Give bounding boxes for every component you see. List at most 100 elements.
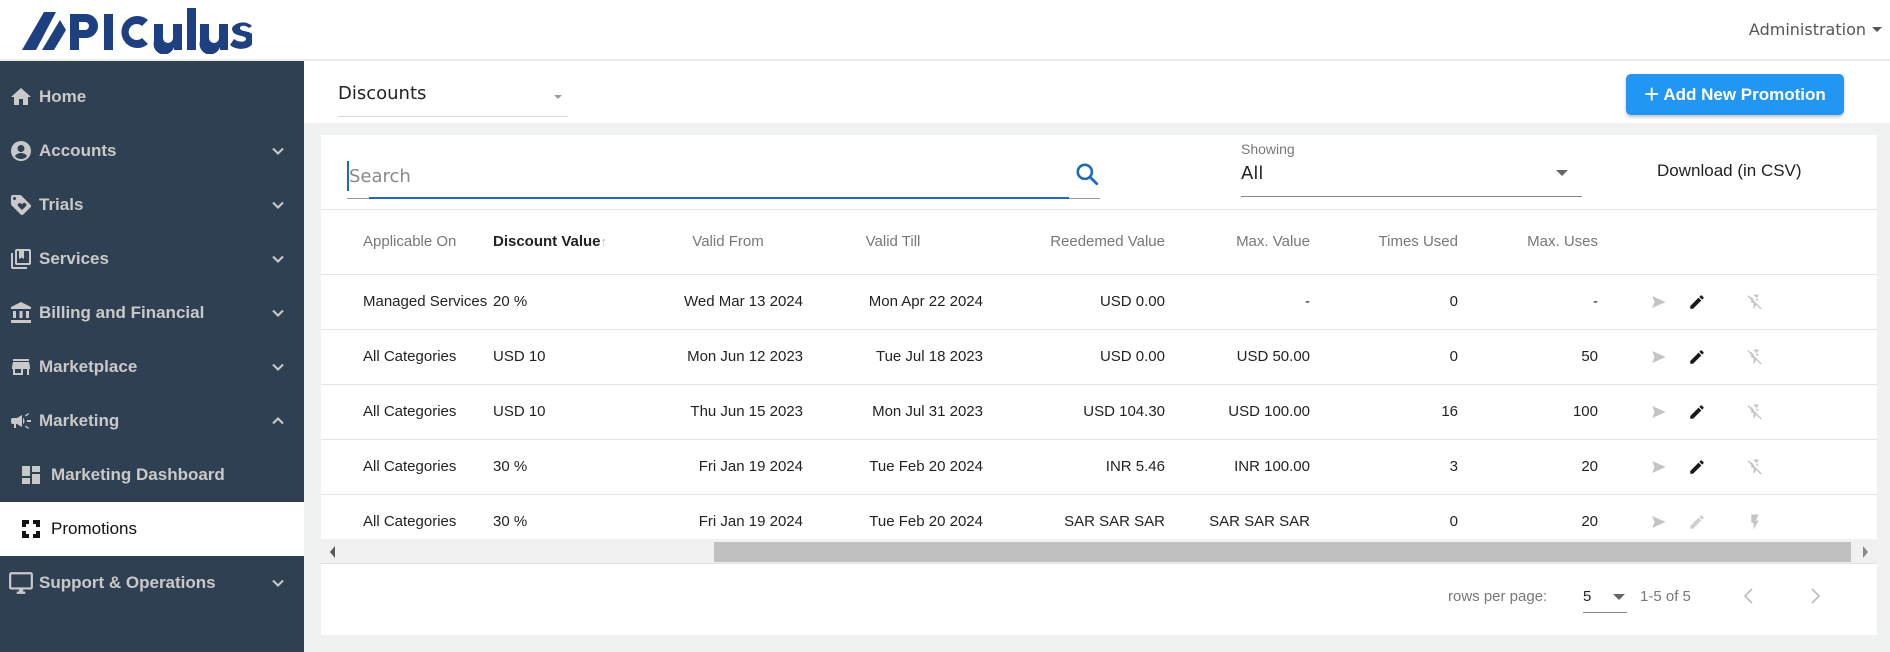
chevron-down-icon — [272, 255, 284, 263]
sidebar-item-support-and-operations[interactable]: Support & Operations — [0, 556, 304, 610]
sidebar-item-accounts[interactable]: Accounts — [0, 124, 304, 178]
pagination: rows per page: 5 1-5 of 5 — [321, 565, 1877, 631]
flash-icon[interactable] — [1746, 512, 1764, 530]
column-header-valid-till[interactable]: Valid Till — [803, 210, 983, 275]
table-row: All Categories 30 % Fri Jan 19 2024 Tue Feb… — [321, 439, 1877, 495]
cell-discount-value: 30 % — [493, 439, 653, 495]
library-bookmark-icon — [7, 245, 35, 273]
search-input[interactable] — [347, 161, 1047, 191]
sidebar-item-services[interactable]: Services — [0, 232, 304, 286]
add-new-promotion-button[interactable]: + Add New Promotion — [1626, 74, 1844, 115]
promotion-type-value: Discounts — [338, 83, 427, 104]
account-circle-icon — [7, 137, 35, 165]
edit-pencil-icon[interactable] — [1688, 512, 1706, 529]
send-action[interactable] — [1598, 274, 1668, 330]
send-action[interactable] — [1598, 329, 1668, 385]
pagination-range: 1-5 of 5 — [1640, 588, 1691, 605]
toggle-action[interactable] — [1726, 274, 1784, 330]
apiculus-logo[interactable] — [22, 6, 252, 54]
cell-times-used: 3 — [1310, 439, 1458, 495]
edit-action[interactable] — [1668, 329, 1726, 385]
edit-action[interactable] — [1668, 494, 1726, 539]
promotion-type-select[interactable]: Discounts — [338, 71, 568, 117]
column-header-redeemed-value[interactable]: Reedemed Value — [983, 210, 1165, 275]
sidebar-item-marketing[interactable]: Marketing — [0, 394, 304, 448]
toggle-action[interactable] — [1726, 494, 1784, 539]
promotions-table-container: Applicable On Discount Value↑ Valid From… — [321, 209, 1877, 539]
previous-page-icon[interactable] — [1739, 581, 1759, 611]
horizontal-scrollbar[interactable] — [321, 539, 1877, 564]
flash-off-icon[interactable] — [1746, 347, 1764, 365]
send-icon[interactable] — [1650, 402, 1668, 419]
showing-label: Showing — [1241, 141, 1295, 157]
dashboard-icon — [17, 461, 45, 489]
edit-pencil-icon[interactable] — [1688, 457, 1706, 474]
table-row: Managed Services 20 % Wed Mar 13 2024 Mon A… — [321, 274, 1877, 330]
edit-action[interactable] — [1668, 274, 1726, 330]
download-csv-button[interactable]: Download (in CSV) — [1657, 161, 1802, 181]
cell-redeemed-value: SAR SAR SAR — [983, 494, 1165, 539]
cell-valid-till: Tue Feb 20 2024 — [803, 494, 983, 539]
administration-menu[interactable]: Administration — [1749, 20, 1882, 39]
column-header-times-used[interactable]: Times Used — [1310, 210, 1458, 275]
promotions-table: Applicable On Discount Value↑ Valid From… — [321, 210, 1877, 539]
monitor-icon — [7, 569, 35, 597]
sidebar-item-marketplace[interactable]: Marketplace — [0, 340, 304, 394]
send-action[interactable] — [1598, 439, 1668, 495]
flash-off-icon[interactable] — [1746, 457, 1764, 475]
next-page-icon[interactable] — [1805, 581, 1825, 611]
edit-action[interactable] — [1668, 439, 1726, 495]
column-header-discount-value[interactable]: Discount Value↑ — [493, 210, 653, 275]
sidebar-item-promotions[interactable]: Promotions — [0, 502, 304, 556]
table-header-row: Applicable On Discount Value↑ Valid From… — [321, 210, 1877, 275]
send-icon[interactable] — [1650, 457, 1668, 474]
bank-icon — [7, 299, 35, 327]
showing-value: All — [1241, 163, 1264, 184]
rows-per-page-select[interactable]: 5 — [1583, 579, 1627, 613]
toggle-action[interactable] — [1726, 329, 1784, 385]
send-icon[interactable] — [1650, 512, 1668, 529]
column-header-max-value[interactable]: Max. Value — [1165, 210, 1310, 275]
send-action[interactable] — [1598, 494, 1668, 539]
edit-action[interactable] — [1668, 384, 1726, 440]
caret-down-icon — [1556, 170, 1568, 176]
sidebar-item-billing-and-financial[interactable]: Billing and Financial — [0, 286, 304, 340]
add-new-promotion-label: Add New Promotion — [1663, 84, 1826, 104]
cell-valid-till: Mon Jul 31 2023 — [803, 384, 983, 440]
toggle-action[interactable] — [1726, 384, 1784, 440]
cell-max-uses: 20 — [1458, 439, 1598, 495]
edit-pencil-icon[interactable] — [1688, 292, 1706, 309]
sidebar-item-trials[interactable]: Trials — [0, 178, 304, 232]
send-icon[interactable] — [1650, 292, 1668, 309]
tag-heart-icon — [7, 191, 35, 219]
column-header-max-uses[interactable]: Max. Uses — [1458, 210, 1598, 275]
chevron-down-icon — [272, 201, 284, 209]
home-icon — [7, 83, 35, 111]
rows-per-page-label: rows per page: — [1448, 588, 1548, 605]
column-header-applicable-on[interactable]: Applicable On — [321, 210, 493, 275]
column-header-valid-from[interactable]: Valid From — [653, 210, 803, 275]
sidebar-item-home[interactable]: Home — [0, 70, 304, 124]
search-field — [347, 149, 1100, 199]
sidebar-item-label: Marketing Dashboard — [51, 465, 225, 484]
toggle-action[interactable] — [1726, 439, 1784, 495]
scrollbar-thumb[interactable] — [714, 542, 1851, 562]
search-icon[interactable] — [1074, 161, 1100, 187]
sidebar-item-marketing-dashboard[interactable]: Marketing Dashboard — [0, 448, 304, 502]
scroll-left-arrow-icon[interactable] — [330, 546, 335, 558]
column-header-action-3 — [1726, 210, 1784, 275]
flash-off-icon[interactable] — [1746, 292, 1764, 310]
scroll-right-arrow-icon[interactable] — [1863, 546, 1868, 558]
cell-redeemed-value: INR 5.46 — [983, 439, 1165, 495]
send-action[interactable] — [1598, 384, 1668, 440]
chevron-down-icon — [272, 309, 284, 317]
cell-times-used: 16 — [1310, 384, 1458, 440]
flash-off-icon[interactable] — [1746, 402, 1764, 420]
rows-per-page-value: 5 — [1583, 588, 1592, 605]
sidebar-item-label: Home — [39, 87, 87, 106]
edit-pencil-icon[interactable] — [1688, 402, 1706, 419]
showing-select[interactable]: Showing All — [1241, 137, 1582, 197]
send-icon[interactable] — [1650, 347, 1668, 364]
cell-valid-from: Thu Jun 15 2023 — [653, 384, 803, 440]
edit-pencil-icon[interactable] — [1688, 347, 1706, 364]
